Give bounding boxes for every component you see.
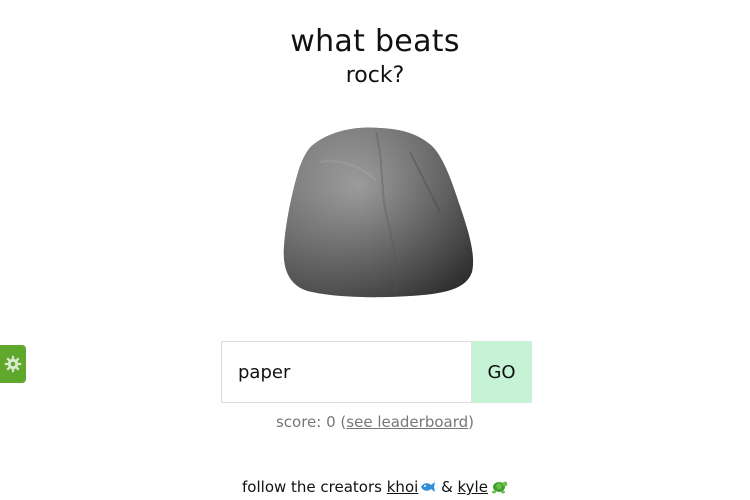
creator-name-kyle: kyle — [457, 478, 488, 496]
score-line: score: 0 (see leaderboard) — [0, 413, 750, 431]
fish-icon — [421, 482, 436, 492]
turtle-icon — [491, 481, 508, 494]
score-text: score: 0 ( — [275, 413, 347, 431]
creator-link-kyle[interactable]: kyle — [458, 478, 508, 496]
page: what beats rock? GO score: 0 (see leader… — [0, 0, 750, 500]
gear-icon — [4, 355, 22, 373]
answer-form: GO — [221, 341, 532, 403]
follow-text: follow the creators — [242, 478, 387, 496]
follow-creators: follow the creators khoi & kyle — [0, 478, 750, 496]
score-suffix: ) — [468, 413, 475, 431]
separator-text: & — [436, 478, 458, 496]
creator-link-khoi[interactable]: khoi — [387, 478, 437, 496]
answer-input[interactable] — [221, 341, 471, 403]
page-title: what beats — [290, 24, 460, 59]
leaderboard-link[interactable]: see leaderboard — [346, 413, 468, 431]
rock-image — [283, 127, 474, 298]
settings-button[interactable] — [0, 345, 26, 383]
current-subject: rock? — [345, 63, 405, 88]
go-button[interactable]: GO — [471, 341, 532, 403]
creator-name-khoi: khoi — [386, 478, 419, 496]
